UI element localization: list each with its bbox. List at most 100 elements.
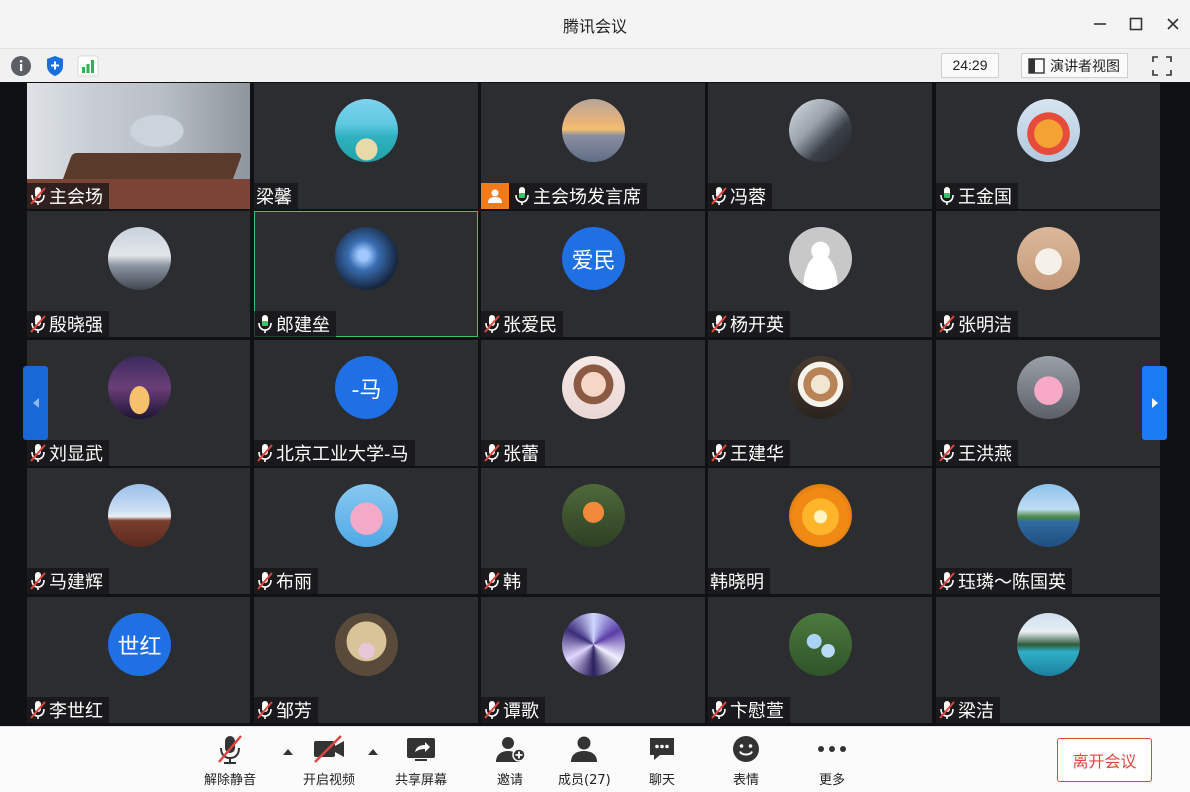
participant-name-label: 卞慰萱: [708, 697, 790, 723]
leave-meeting-button[interactable]: 离开会议: [1057, 738, 1152, 782]
mic-muted-icon: [30, 701, 46, 719]
participant-tile[interactable]: 张明洁: [936, 211, 1160, 337]
participant-name: 冯蓉: [730, 187, 766, 208]
participant-tile[interactable]: 爱民 张爱民: [481, 211, 705, 337]
participant-tile[interactable]: 谭歌: [481, 597, 705, 723]
maximize-button[interactable]: [1122, 10, 1150, 38]
chevron-right-icon: [1151, 398, 1158, 408]
unmute-button[interactable]: 解除静音: [204, 733, 256, 788]
members-icon: [571, 736, 598, 762]
participant-tile[interactable]: 韩: [481, 468, 705, 594]
participant-tile[interactable]: 张蕾: [481, 340, 705, 466]
next-page-button[interactable]: [1142, 366, 1167, 440]
participant-name: 王建华: [730, 444, 784, 465]
avatar-initials: 世红: [117, 634, 162, 660]
host-badge: [481, 183, 509, 209]
participant-name-label: 王洪燕: [936, 440, 1018, 466]
close-button[interactable]: [1159, 10, 1187, 38]
participant-tile[interactable]: 刘显武: [27, 340, 250, 466]
chat-button[interactable]: 聊天: [645, 733, 679, 788]
mic-muted-icon: [711, 701, 727, 719]
participant-tile[interactable]: 王洪燕: [936, 340, 1160, 466]
participant-name-label: 马建辉: [27, 568, 109, 594]
more-button[interactable]: 更多: [815, 733, 849, 788]
mouse-toy-photo: [1017, 227, 1080, 290]
cartoon-girl-photo: [562, 356, 625, 419]
chevron-left-icon: [32, 398, 39, 408]
mic-muted-icon: [939, 444, 955, 462]
mic-muted-icon: [711, 315, 727, 333]
participant-name: 马建辉: [49, 572, 103, 593]
toy-photo: [1017, 99, 1080, 162]
security-button[interactable]: [43, 54, 67, 78]
fullscreen-button[interactable]: [1149, 53, 1175, 79]
text-avatar: 世红: [108, 613, 171, 676]
participant-name-label: 王建华: [708, 440, 790, 466]
pink-bird-photo: [335, 484, 398, 547]
participant-name: 李世红: [49, 701, 103, 722]
participant-tile[interactable]: 珏璘～陈国英: [936, 468, 1160, 594]
participant-tile[interactable]: 主会场: [27, 83, 250, 209]
audio-options-caret-icon[interactable]: [282, 747, 294, 757]
invite-button[interactable]: 邀请: [493, 733, 527, 788]
mic-muted-icon: [30, 187, 46, 205]
meeting-timer: 24:29: [941, 53, 999, 78]
participant-name-label: 张爱民: [481, 311, 563, 337]
participant-tile[interactable]: 梁馨: [254, 83, 478, 209]
participant-name-label: 主会场发言席: [481, 183, 647, 209]
participant-tile[interactable]: 韩晓明: [708, 468, 932, 594]
blue-flower-photo: [789, 613, 852, 676]
participant-name-label: 北京工业大学-马: [254, 440, 415, 466]
person-chair-photo: [789, 99, 852, 162]
participant-name: 卞慰萱: [730, 701, 784, 722]
participant-tile[interactable]: -马 北京工业大学-马: [254, 340, 478, 466]
invite-label: 邀请: [496, 773, 523, 788]
night-building-photo: [108, 356, 171, 419]
window-title: 腾讯会议: [562, 17, 627, 36]
emoji-button[interactable]: 表情: [729, 733, 763, 788]
couple-beach-photo: [108, 227, 171, 290]
participant-name: 北京工业大学-马: [276, 444, 409, 465]
meeting-info-bar: 24:29 演讲者视图: [0, 48, 1190, 82]
members-button[interactable]: 成员(27): [558, 733, 611, 788]
participant-tile[interactable]: 马建辉: [27, 468, 250, 594]
network-status-button[interactable]: [76, 54, 100, 78]
participant-tile[interactable]: 布丽: [254, 468, 478, 594]
mic-muted-icon: [939, 572, 955, 590]
participant-tile[interactable]: 王金国: [936, 83, 1160, 209]
galaxy-photo: [335, 227, 398, 290]
participant-name-label: 郎建垒: [254, 311, 336, 337]
palace-photo: [108, 484, 171, 547]
participant-tile[interactable]: 卞慰萱: [708, 597, 932, 723]
participant-name-label: 梁馨: [254, 183, 298, 209]
speaker-view-button[interactable]: 演讲者视图: [1021, 53, 1128, 78]
unmute-label: 解除静音: [204, 773, 257, 788]
meeting-info-button[interactable]: [9, 54, 33, 78]
participant-tile[interactable]: 王建华: [708, 340, 932, 466]
participant-tile[interactable]: 梁洁: [936, 597, 1160, 723]
sunset-sea-photo: [562, 99, 625, 162]
mic-muted-icon: [484, 444, 500, 462]
participant-tile[interactable]: 冯蓉: [708, 83, 932, 209]
participant-name-label: 张蕾: [481, 440, 545, 466]
minimize-button[interactable]: [1086, 10, 1114, 38]
participant-tile[interactable]: 邹芳: [254, 597, 478, 723]
smiley-icon: [733, 736, 759, 762]
participant-tile[interactable]: 杨开英: [708, 211, 932, 337]
share-screen-button[interactable]: 共享屏幕: [395, 733, 447, 788]
mic-muted-icon: [484, 701, 500, 719]
participant-tile[interactable]: 主会场发言席: [481, 83, 705, 209]
participant-name: 王金国: [958, 187, 1012, 208]
start-video-button[interactable]: 开启视频: [303, 733, 355, 788]
video-options-caret-icon[interactable]: [367, 747, 379, 757]
participant-name: 韩: [503, 572, 521, 593]
participant-tile[interactable]: 郎建垒: [254, 211, 478, 337]
signal-bars-icon: [77, 55, 99, 77]
participant-name-label: 布丽: [254, 568, 318, 594]
participant-name: 梁馨: [256, 187, 292, 208]
mic-on-icon: [258, 315, 272, 333]
participant-name: 郎建垒: [276, 315, 330, 336]
participant-tile[interactable]: 世红李世红: [27, 597, 250, 723]
prev-page-button[interactable]: [23, 366, 48, 440]
participant-tile[interactable]: 殷晓强: [27, 211, 250, 337]
